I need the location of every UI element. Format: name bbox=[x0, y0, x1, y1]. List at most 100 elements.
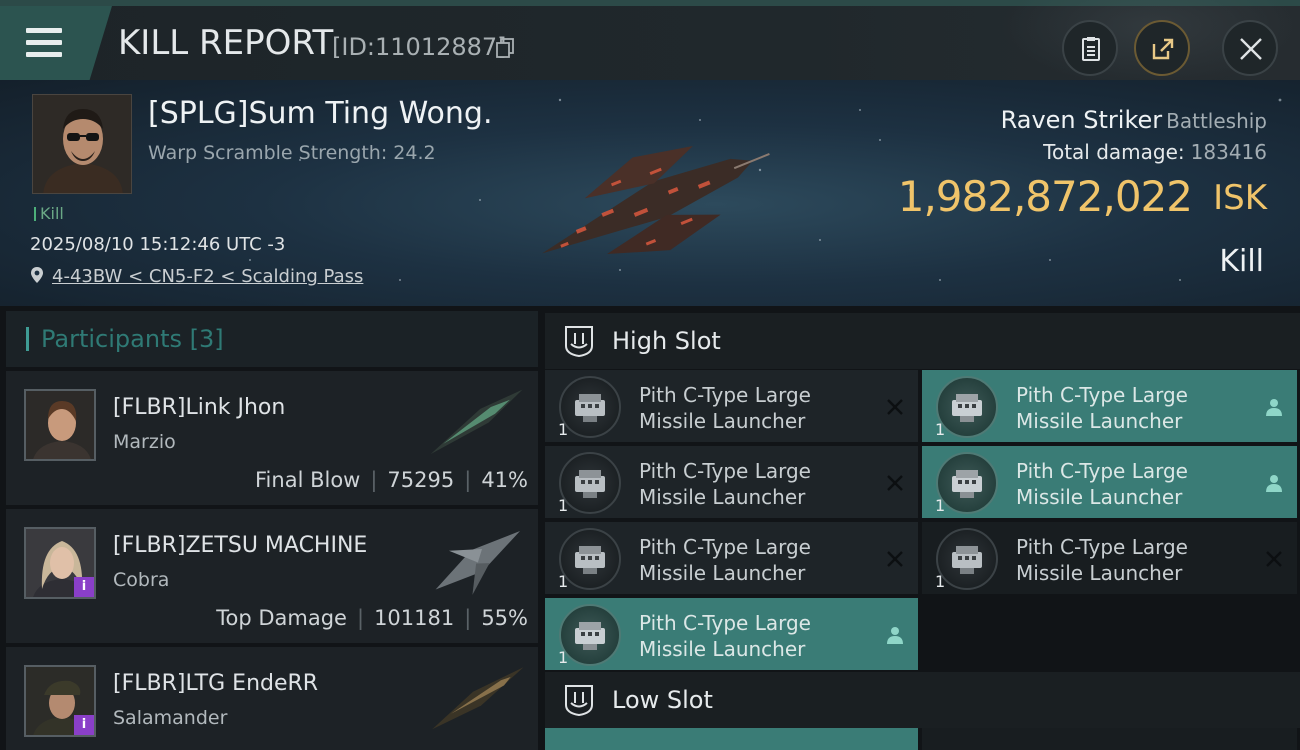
share-button[interactable] bbox=[1134, 20, 1190, 76]
menu-button[interactable] bbox=[0, 6, 112, 80]
info-badge: i bbox=[74, 715, 94, 735]
pilot-portrait bbox=[33, 95, 131, 193]
victim-avatar[interactable] bbox=[32, 94, 132, 194]
participant-ship: Cobra bbox=[113, 569, 170, 591]
participant-ship-image bbox=[430, 389, 523, 455]
total-damage: Total damage: 183416 bbox=[1043, 140, 1267, 164]
dropped-icon bbox=[1266, 475, 1282, 492]
isk-unit: ISK bbox=[1213, 178, 1267, 218]
damage-percent: 55% bbox=[481, 606, 528, 630]
victim-name[interactable]: [SPLG]Sum Ting Wong. bbox=[148, 96, 493, 131]
info-badge: i bbox=[74, 577, 94, 597]
kill-datetime: 2025/08/10 15:12:46 UTC -3 bbox=[30, 234, 286, 255]
module-item[interactable]: 1 Pith C-Type Large Missile Launcher bbox=[922, 446, 1297, 518]
destroyed-icon bbox=[887, 475, 903, 491]
participant-avatar[interactable] bbox=[24, 389, 96, 461]
module-name: Pith C-Type Large Missile Launcher bbox=[1016, 383, 1188, 433]
module-item[interactable]: 1 Pith C-Type Large Missile Launcher bbox=[545, 598, 918, 670]
missile-launcher-icon bbox=[936, 528, 998, 590]
module-item[interactable]: 1 Pith C-Type Large Missile Launcher bbox=[922, 370, 1297, 442]
kill-tag: Kill bbox=[34, 204, 64, 223]
stat-label: Final Blow bbox=[255, 468, 361, 492]
victim-ship-image bbox=[542, 146, 770, 255]
kill-location[interactable]: 4-43BW < CN5-F2 < Scalding Pass bbox=[30, 266, 363, 287]
clipboard-icon bbox=[1082, 37, 1100, 61]
dropped-icon bbox=[1266, 399, 1282, 416]
participants-label: Participants [3] bbox=[26, 325, 224, 353]
page-title: KILL REPORT bbox=[118, 23, 334, 63]
missile-launcher-icon bbox=[936, 452, 998, 514]
copy-icon[interactable] bbox=[496, 38, 514, 58]
module-name: Pith C-Type Large Missile Launcher bbox=[639, 611, 811, 661]
isk-value: 1,982,872,022 bbox=[897, 172, 1193, 221]
participant-ship-image bbox=[432, 667, 524, 730]
missile-launcher-icon bbox=[559, 604, 621, 666]
victim-banner: [SPLG]Sum Ting Wong. Warp Scramble Stren… bbox=[0, 80, 1300, 306]
hamburger-icon bbox=[26, 28, 62, 57]
module-name: Pith C-Type Large Missile Launcher bbox=[639, 535, 811, 585]
participant-ship-image bbox=[435, 531, 521, 595]
module-quantity: 1 bbox=[935, 572, 946, 591]
participants-header: Participants [3] bbox=[6, 311, 538, 367]
module-item[interactable] bbox=[545, 728, 918, 750]
high-slot-label: High Slot bbox=[612, 327, 721, 355]
high-slot-header[interactable]: High Slot bbox=[545, 313, 1300, 369]
module-item[interactable]: 1 Pith C-Type Large Missile Launcher bbox=[545, 370, 918, 442]
module-quantity: 1 bbox=[935, 420, 946, 439]
participant-avatar[interactable]: i bbox=[24, 527, 96, 599]
top-bar: KILL REPORT [ID:11012887] bbox=[0, 0, 1300, 86]
participant-row[interactable]: [FLBR]Link Jhon Marzio Final Blow | 75295 |… bbox=[6, 371, 538, 505]
ship-name: Raven Striker bbox=[1000, 106, 1163, 134]
high-slot-icon bbox=[565, 326, 593, 358]
participant-name: [FLBR]LTG EndeRR bbox=[113, 671, 319, 696]
module-item[interactable]: 1 Pith C-Type Large Missile Launcher bbox=[545, 446, 918, 518]
participant-avatar[interactable]: i bbox=[24, 665, 96, 737]
module-quantity: 1 bbox=[935, 496, 946, 515]
missile-launcher-icon bbox=[559, 528, 621, 590]
destroyed-icon bbox=[1266, 551, 1282, 567]
module-name: Pith C-Type Large Missile Launcher bbox=[639, 383, 811, 433]
destroyed-icon bbox=[887, 551, 903, 567]
module-item[interactable] bbox=[922, 728, 1297, 750]
module-item[interactable]: 1 Pith C-Type Large Missile Launcher bbox=[545, 522, 918, 594]
share-icon bbox=[1152, 38, 1174, 60]
module-name: Pith C-Type Large Missile Launcher bbox=[639, 459, 811, 509]
module-name: Pith C-Type Large Missile Launcher bbox=[1016, 535, 1188, 585]
report-id: [ID:11012887] bbox=[332, 33, 507, 61]
location-link[interactable]: 4-43BW < CN5-F2 < Scalding Pass bbox=[52, 266, 363, 287]
damage-value: 75295 bbox=[387, 468, 455, 492]
participant-stats: Top Damage | 101181 | 55% bbox=[216, 606, 528, 630]
total-damage-label: Total damage: bbox=[1043, 140, 1185, 164]
module-name: Pith C-Type Large Missile Launcher bbox=[1016, 459, 1188, 509]
participant-row[interactable]: i [FLBR]LTG EndeRR Salamander bbox=[6, 647, 538, 750]
participant-name: [FLBR]ZETSU MACHINE bbox=[113, 533, 368, 558]
low-slot-header[interactable]: Low Slot bbox=[545, 672, 1300, 728]
warp-scramble-strength: Warp Scramble Strength: 24.2 bbox=[148, 142, 436, 164]
victim-ship[interactable]: Raven Striker Battleship bbox=[1001, 106, 1267, 134]
participant-stats: Final Blow | 75295 | 41% bbox=[255, 468, 528, 492]
participant-name: [FLBR]Link Jhon bbox=[113, 395, 286, 420]
module-quantity: 1 bbox=[558, 572, 569, 591]
damage-value: 101181 bbox=[374, 606, 455, 630]
missile-launcher-icon bbox=[559, 452, 621, 514]
participant-ship: Salamander bbox=[113, 707, 228, 729]
kill-result: Kill bbox=[1219, 244, 1264, 279]
missile-launcher-icon bbox=[936, 376, 998, 438]
clipboard-button[interactable] bbox=[1062, 20, 1118, 76]
total-damage-value: 183416 bbox=[1190, 140, 1267, 164]
destroyed-icon bbox=[887, 399, 903, 415]
module-quantity: 1 bbox=[558, 496, 569, 515]
damage-percent: 41% bbox=[481, 468, 528, 492]
pilot-portrait bbox=[26, 391, 94, 459]
location-pin-icon bbox=[31, 267, 43, 283]
module-quantity: 1 bbox=[558, 648, 569, 667]
stat-label: Top Damage bbox=[216, 606, 347, 630]
close-button[interactable] bbox=[1222, 20, 1278, 76]
participant-row[interactable]: i [FLBR]ZETSU MACHINE Cobra Top Damage | 1… bbox=[6, 509, 538, 643]
low-slot-icon bbox=[565, 685, 593, 717]
participants-panel: Participants [3] [FLBR]Link Jhon Marzio … bbox=[6, 311, 538, 750]
module-item[interactable]: 1 Pith C-Type Large Missile Launcher bbox=[922, 522, 1297, 594]
missile-launcher-icon bbox=[559, 376, 621, 438]
dropped-icon bbox=[887, 627, 903, 644]
low-slot-label: Low Slot bbox=[612, 686, 713, 714]
